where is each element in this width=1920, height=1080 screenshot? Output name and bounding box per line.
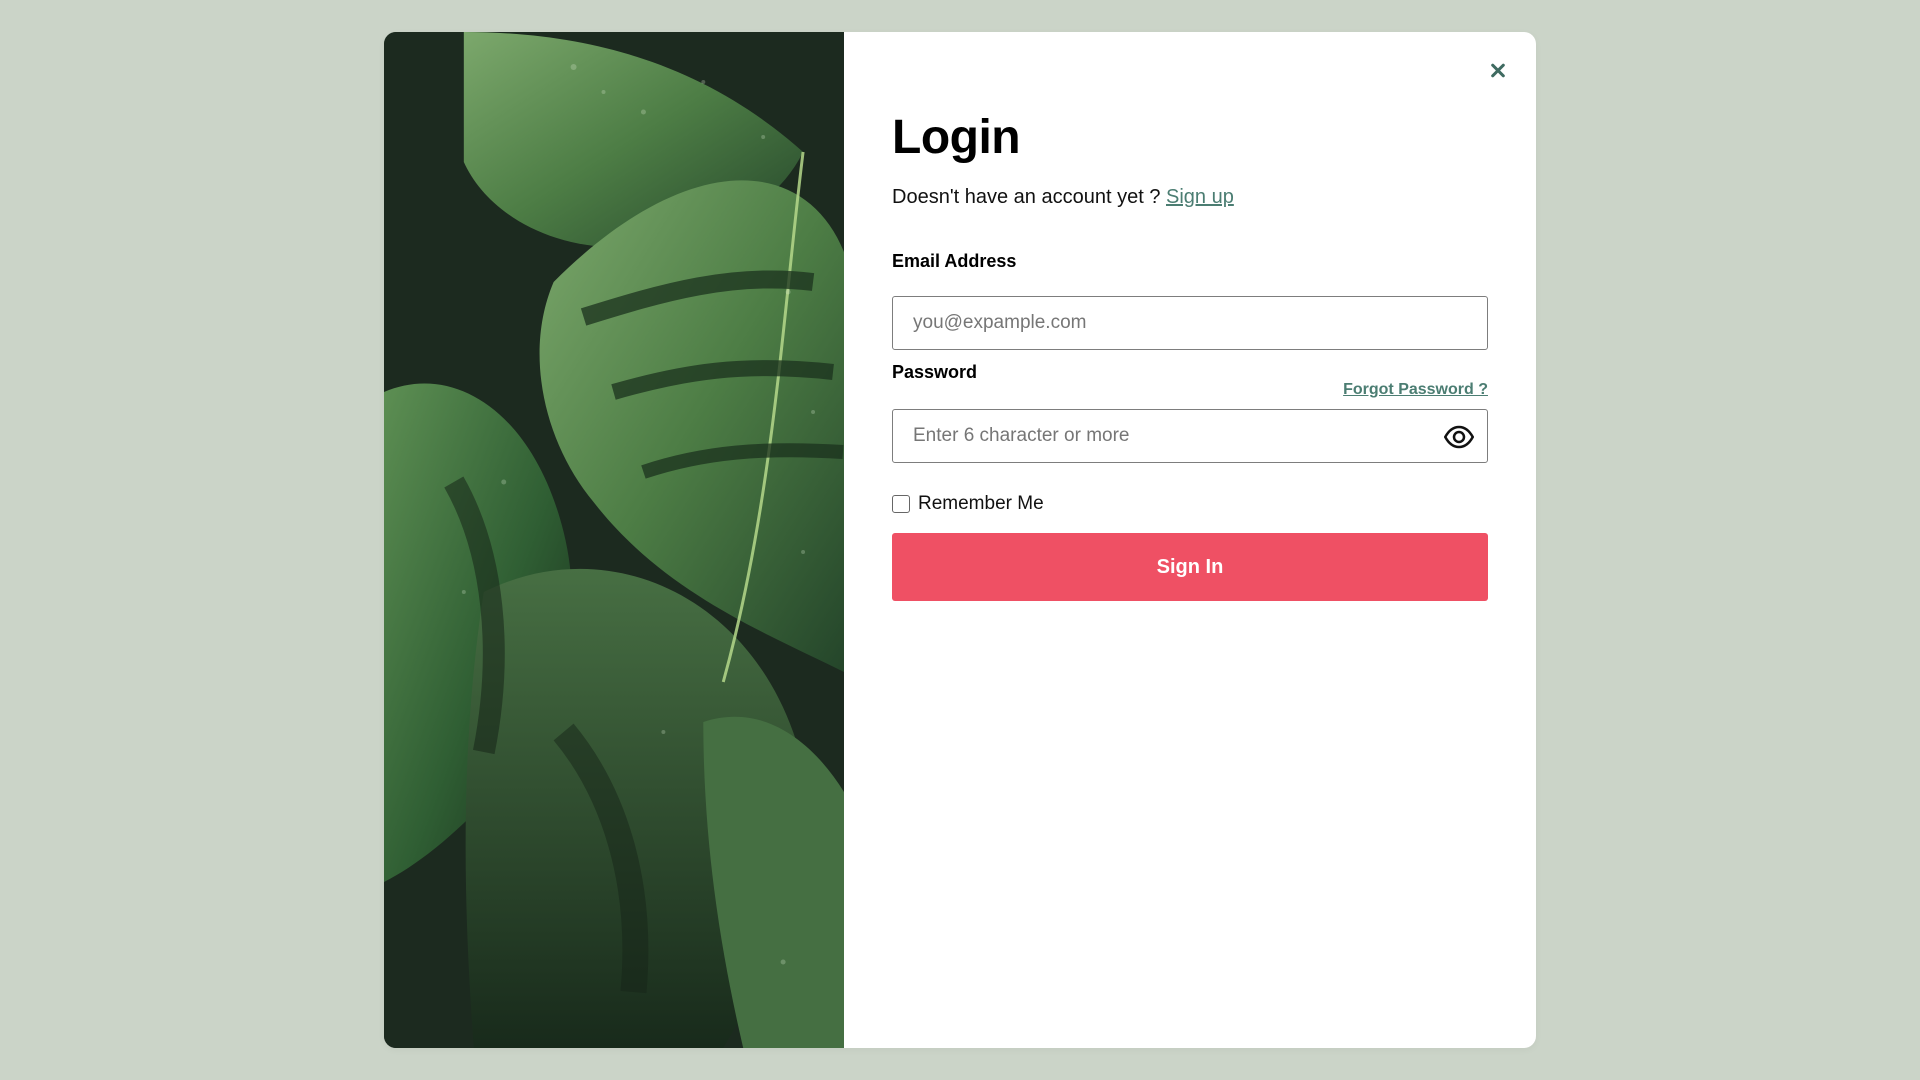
close-icon[interactable] — [1486, 58, 1510, 82]
page-title: Login — [892, 111, 1021, 164]
password-header: Password Forgot Password ? — [892, 362, 1488, 399]
monstera-leaf-illustration — [384, 32, 844, 1048]
email-field-wrap — [892, 296, 1488, 350]
signup-link[interactable]: Sign up — [1166, 186, 1234, 208]
remember-label: Remember Me — [918, 493, 1044, 514]
signin-button[interactable]: Sign In — [892, 533, 1488, 601]
password-field[interactable] — [892, 409, 1488, 463]
password-label: Password — [892, 362, 978, 382]
signup-prompt-row: Doesn't have an account yet ? Sign up — [892, 186, 1488, 209]
signup-prompt: Doesn't have an account yet ? — [892, 186, 1161, 208]
eye-icon[interactable] — [1444, 422, 1474, 452]
email-label: Email Address — [892, 251, 1017, 271]
remember-checkbox[interactable] — [892, 495, 910, 513]
password-field-wrap — [892, 409, 1488, 463]
remember-row: Remember Me — [892, 493, 1488, 515]
login-form-panel: Login Doesn't have an account yet ? Sign… — [844, 32, 1536, 1048]
forgot-password-link[interactable]: Forgot Password ? — [1343, 381, 1488, 399]
leaf-image — [384, 32, 844, 1048]
email-field[interactable] — [892, 296, 1488, 350]
login-modal: Login Doesn't have an account yet ? Sign… — [384, 32, 1536, 1048]
